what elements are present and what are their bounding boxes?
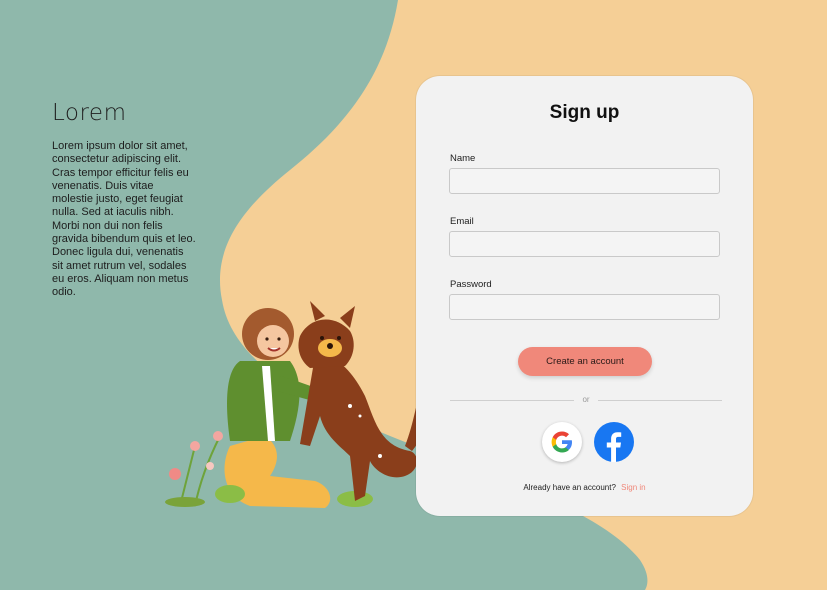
create-account-button[interactable]: Create an account xyxy=(518,347,652,376)
email-input[interactable] xyxy=(449,231,720,257)
hero-title: Lorem xyxy=(52,100,127,126)
facebook-icon xyxy=(606,432,622,462)
facebook-signin-button[interactable] xyxy=(594,422,634,462)
password-input[interactable] xyxy=(449,294,720,320)
email-label: Email xyxy=(450,216,474,227)
divider-right xyxy=(598,400,722,401)
google-icon xyxy=(551,431,572,453)
signin-prompt: Already have an account? xyxy=(523,483,616,492)
signin-row: Already have an account? Sign in xyxy=(416,483,753,492)
name-label: Name xyxy=(450,153,476,164)
flowers-left xyxy=(165,431,223,507)
dog-figure xyxy=(298,301,430,501)
signup-card: Sign up Name Email Password Create an ac… xyxy=(416,76,753,516)
password-label: Password xyxy=(450,279,492,290)
google-signin-button[interactable] xyxy=(542,422,582,462)
divider-or-text: or xyxy=(582,395,590,404)
person-hugging-dog-illustration xyxy=(165,301,440,512)
signup-title: Sign up xyxy=(549,102,620,123)
name-input[interactable] xyxy=(449,168,720,194)
hero-paragraph: Lorem ipsum dolor sit amet, consectetur … xyxy=(52,140,196,299)
signin-link[interactable]: Sign in xyxy=(621,483,645,492)
divider-left xyxy=(450,400,574,401)
